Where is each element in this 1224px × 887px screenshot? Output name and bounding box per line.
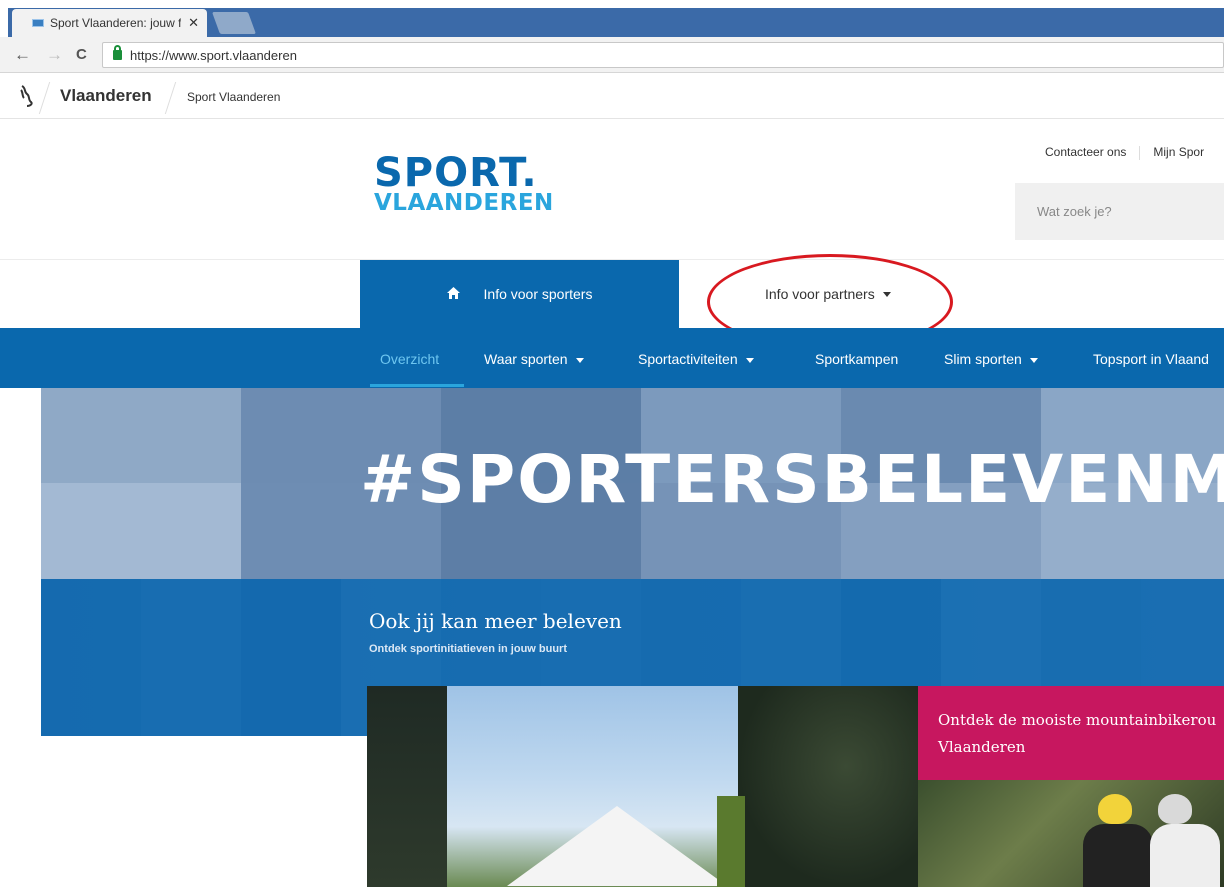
mijn-sport-link[interactable]: Mijn Spor: [1153, 145, 1204, 159]
vlaanderen-header: Vlaanderen Sport Vlaanderen: [0, 74, 1224, 119]
favicon-icon: [32, 19, 44, 27]
tower-shape: [717, 796, 745, 887]
caret-down-icon: [745, 357, 754, 363]
vlaanderen-home-link[interactable]: Vlaanderen: [60, 86, 152, 106]
subnav-sportactiviteiten[interactable]: Sportactiviteiten: [638, 351, 754, 367]
tree-shape: [367, 686, 447, 887]
tab-title: Sport Vlaanderen: jouw f: [50, 16, 182, 30]
subnav-overzicht[interactable]: Overzicht: [380, 351, 439, 367]
contact-link[interactable]: Contacteer ons: [1045, 145, 1126, 159]
back-icon[interactable]: ←: [14, 45, 31, 65]
mountainbike-card-title: Ontdek de mooiste mountainbikerou Vlaand…: [938, 707, 1224, 761]
lock-icon: [113, 45, 122, 60]
subnav-topsport[interactable]: Topsport in Vlaand: [1093, 351, 1209, 367]
secondary-nav: Overzicht Waar sporten Sportactiviteiten…: [0, 328, 1224, 388]
hero-heading: #SPORTERSBELEVENME: [360, 441, 1224, 518]
tree-shape: [738, 686, 918, 887]
mountainbike-card-line2: Vlaanderen: [938, 738, 1026, 756]
browser-tabstrip: Sport Vlaanderen: jouw f ✕: [0, 0, 1224, 37]
browser-tab[interactable]: Sport Vlaanderen: jouw f ✕: [12, 9, 207, 37]
active-indicator: [370, 384, 464, 387]
divider: [164, 82, 177, 114]
rider-helmet: [1098, 794, 1132, 824]
hero-band-title[interactable]: Ook jij kan meer beleven: [369, 609, 622, 633]
home-svg: [446, 286, 460, 299]
reload-icon[interactable]: C: [76, 46, 87, 63]
top-links: Contacteer ons Mijn Spor: [1045, 145, 1204, 160]
tent-shape: [507, 806, 727, 886]
hero-band-subtitle[interactable]: Ontdek sportinitiatieven in jouw buurt: [369, 643, 567, 655]
tab-sporters-label: Info voor sporters: [483, 286, 593, 302]
mountainbike-card-header[interactable]: Ontdek de mooiste mountainbikerou Vlaand…: [918, 686, 1224, 780]
forward-icon[interactable]: →: [46, 45, 63, 65]
caret-down-icon: [882, 291, 891, 297]
subnav-slim-sporten-label: Slim sporten: [944, 351, 1022, 367]
subnav-waar-sporten[interactable]: Waar sporten: [484, 351, 584, 367]
address-bar[interactable]: https://www.sport.vlaanderen: [102, 42, 1224, 68]
mountainbike-card-photo[interactable]: [918, 780, 1224, 887]
subnav-slim-sporten[interactable]: Slim sporten: [944, 351, 1038, 367]
rider-body: [1150, 824, 1220, 887]
flemish-lion-icon[interactable]: [18, 84, 36, 114]
divider: [1139, 145, 1141, 160]
hero-banner[interactable]: #SPORTERSBELEVENME: [41, 388, 1224, 736]
tab-info-voor-sporters[interactable]: Info voor sporters: [360, 260, 679, 328]
sport-vlaanderen-logo[interactable]: SPORT. VLAANDEREN: [374, 153, 554, 216]
search-input[interactable]: Wat zoek je?: [1015, 183, 1224, 240]
feature-card-photo[interactable]: [367, 686, 918, 887]
url-text: https://www.sport.vlaanderen: [130, 47, 297, 63]
mountainbike-card-line1: Ontdek de mooiste mountainbikerou: [938, 711, 1217, 729]
subnav-sportkampen[interactable]: Sportkampen: [815, 351, 898, 367]
divider: [38, 82, 51, 114]
tab-partners-label: Info voor partners: [765, 286, 875, 302]
logo-vlaanderen-text: VLAANDEREN: [374, 190, 554, 216]
hero-photo-tennis: [41, 388, 241, 483]
rider-helmet: [1158, 794, 1192, 824]
home-icon: [446, 286, 460, 302]
sport-vlaanderen-link[interactable]: Sport Vlaanderen: [187, 90, 280, 104]
new-tab-button[interactable]: [211, 12, 257, 34]
caret-down-icon: [1029, 357, 1038, 363]
rider-body: [1083, 824, 1153, 887]
subnav-waar-sporten-label: Waar sporten: [484, 351, 568, 367]
hero-photo-sail: [41, 483, 241, 579]
tab-info-voor-partners[interactable]: Info voor partners: [679, 260, 1224, 328]
caret-down-icon: [575, 357, 584, 363]
close-tab-icon[interactable]: ✕: [188, 15, 199, 31]
browser-toolbar: ← → C https://www.sport.vlaanderen: [0, 37, 1224, 73]
logo-sport-text: SPORT.: [374, 153, 554, 193]
subnav-sportactiviteiten-label: Sportactiviteiten: [638, 351, 738, 367]
lion-svg: [20, 85, 33, 107]
